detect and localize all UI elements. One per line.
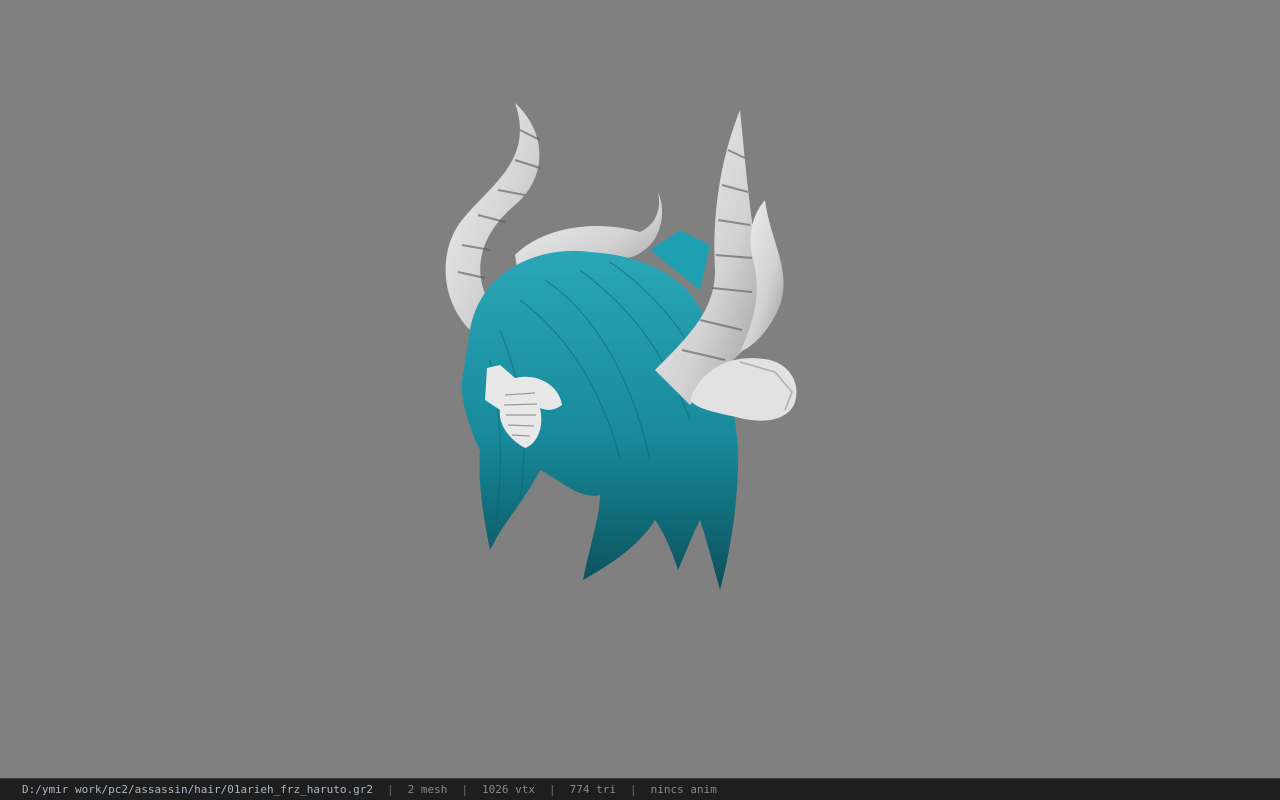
animation-status: nincs anim <box>650 783 717 796</box>
separator: | <box>461 783 468 796</box>
triangle-count: 774 tri <box>569 783 616 796</box>
mesh-count: 2 mesh <box>407 783 448 796</box>
3d-viewport[interactable] <box>0 0 1280 778</box>
vertex-count: 1026 vtx <box>482 783 535 796</box>
status-bar: D:/ymir work/pc2/assassin/hair/01arieh_f… <box>0 778 1280 800</box>
file-path: D:/ymir work/pc2/assassin/hair/01arieh_f… <box>22 783 373 796</box>
hair-model-render[interactable] <box>0 0 1280 778</box>
separator: | <box>629 783 637 796</box>
separator: | <box>387 783 394 796</box>
separator: | <box>548 783 556 796</box>
